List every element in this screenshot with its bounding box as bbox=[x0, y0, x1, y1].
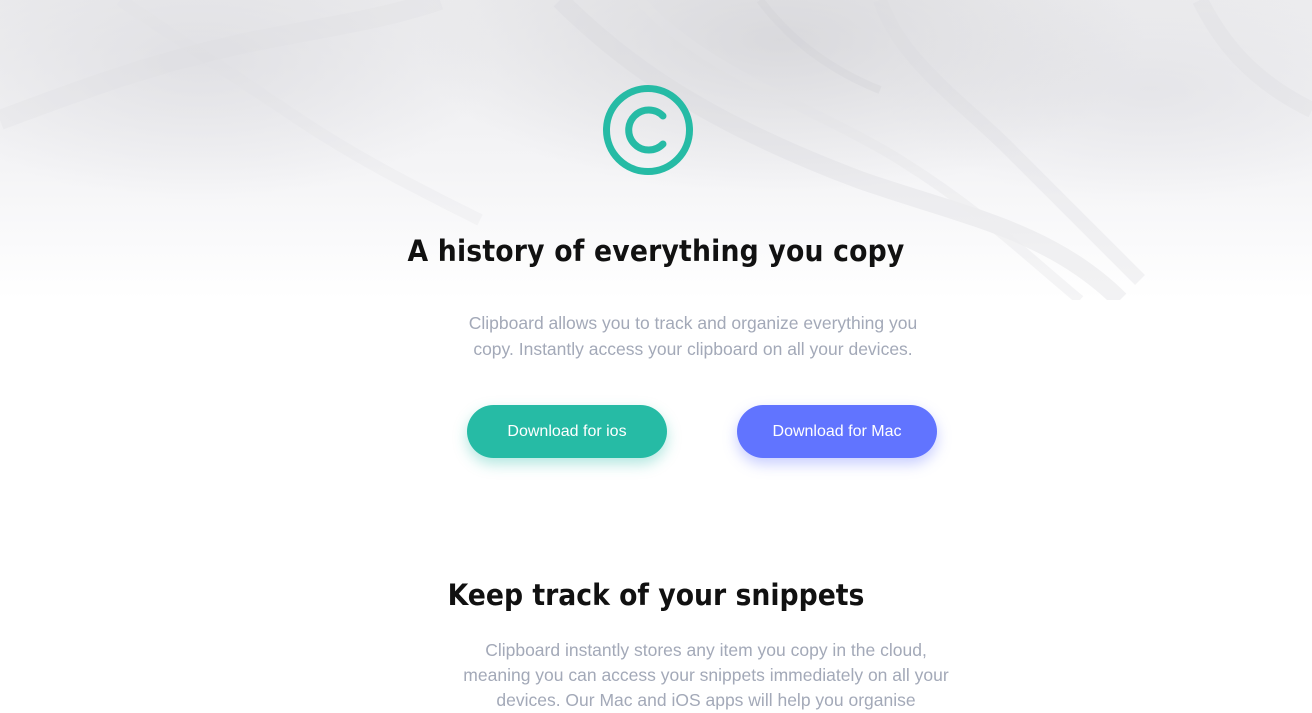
hero-title: A history of everything you copy bbox=[407, 234, 905, 268]
hero-description: Clipboard allows you to track and organi… bbox=[468, 313, 918, 359]
copyright-circle-icon bbox=[603, 85, 693, 175]
snippets-title: Keep track of your snippets bbox=[447, 578, 865, 612]
download-mac-button[interactable]: Download for Mac bbox=[737, 405, 937, 458]
snippets-description: Clipboard instantly stores any item you … bbox=[463, 640, 949, 710]
download-ios-button[interactable]: Download for ios bbox=[467, 405, 667, 458]
